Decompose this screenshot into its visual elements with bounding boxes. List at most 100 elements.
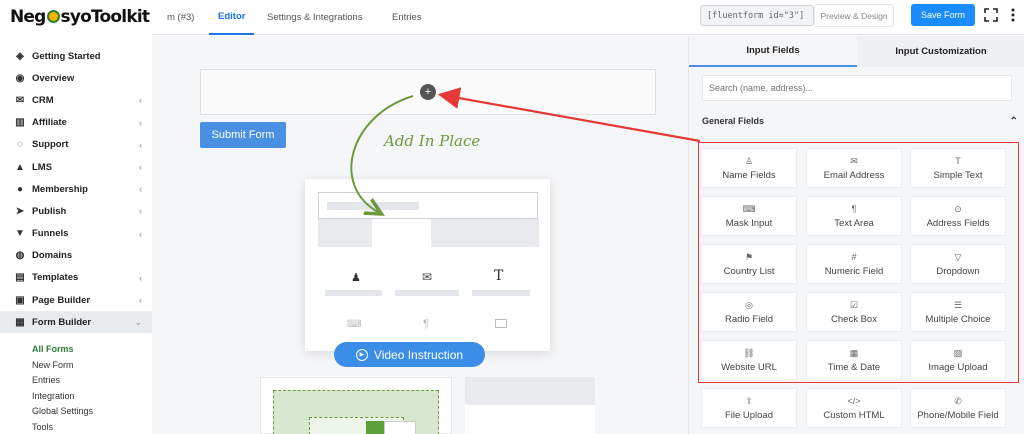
chevron-left-icon[interactable]: ‹ [139, 118, 142, 128]
sidebar-item-templates[interactable]: ▤ Templates ‹ [0, 267, 152, 289]
submit-form-button[interactable]: Submit Form [200, 122, 286, 148]
more-vertical-icon[interactable] [1004, 6, 1022, 24]
sidebar-item-funnels[interactable]: ▼ Funnels ‹ [0, 223, 152, 245]
add-field-icon[interactable]: + [420, 84, 436, 100]
field-label: File Upload [724, 409, 774, 421]
sidebar-item-affiliate[interactable]: ▥ Affiliate ‹ [0, 112, 152, 134]
sidebar-item-label: Form Builder [32, 316, 92, 328]
field-address-fields[interactable]: ⊙ Address Fields [910, 196, 1006, 236]
sidebar-item-getting-started[interactable]: ◈ Getting Started [0, 45, 152, 67]
submenu-item-entries[interactable]: Entries [32, 372, 152, 388]
chart-icon: ▥ [15, 117, 25, 129]
field-label: Name Fields [722, 169, 776, 181]
keyboard-icon: ⌨ [347, 319, 362, 330]
sidebar-item-label: Domains [32, 250, 73, 262]
field-radio-field[interactable]: ◎ Radio Field [701, 292, 797, 332]
email-address-icon: ✉ [850, 155, 858, 166]
chevron-left-icon[interactable]: ‹ [139, 140, 142, 150]
sidebar-item-label: Getting Started [32, 50, 101, 62]
field-label: Simple Text [933, 169, 983, 181]
field-numeric-field[interactable]: # Numeric Field [806, 244, 902, 284]
field-phone-mobile-field[interactable]: ✆ Phone/Mobile Field [910, 388, 1006, 428]
users-icon: ● [16, 183, 24, 195]
chevron-left-icon[interactable]: ‹ [139, 95, 142, 105]
field-search-input[interactable] [702, 75, 1012, 101]
logo[interactable]: Neg syoToolkit [10, 7, 150, 27]
chevron-left-icon[interactable]: ‹ [139, 206, 142, 216]
save-form-button[interactable]: Save Form [911, 4, 975, 26]
sidebar-item-overview[interactable]: ◉ Overview [0, 67, 152, 89]
sidebar-item-publish[interactable]: ➤ Publish ‹ [0, 200, 152, 222]
field-custom-html[interactable]: </> Custom HTML [806, 388, 902, 428]
tab-form-name[interactable]: m (#3) [167, 0, 194, 35]
sidebar-item-membership[interactable]: ● Membership ‹ [0, 178, 152, 200]
page-icon: ▣ [15, 294, 25, 306]
submenu-item-global-settings[interactable]: Global Settings [32, 403, 152, 419]
tab-entries[interactable]: Entries [392, 0, 422, 35]
field-text-area[interactable]: ¶ Text Area [806, 196, 902, 236]
filter-icon: ▼ [15, 228, 25, 240]
field-file-upload[interactable]: ⇪ File Upload [701, 388, 797, 428]
sidebar-item-label: LMS [32, 161, 53, 173]
tab-editor[interactable]: Editor [209, 0, 255, 35]
tab-settings-integrations[interactable]: Settings & Integrations [267, 0, 363, 35]
sidebar-item-crm[interactable]: ✉ CRM ‹ [0, 89, 152, 111]
sidebar-item-form-builder[interactable]: ▦ Form Builder ⌄ [0, 311, 152, 334]
field-country-list[interactable]: ⚑ Country List [701, 244, 797, 284]
image-upload-icon: ▨ [953, 347, 963, 358]
field-label: Address Fields [926, 217, 990, 229]
field-check-box[interactable]: ☑ Check Box [806, 292, 902, 332]
mask-input-icon: ⌨ [742, 203, 756, 214]
sidebar-item-page-builder[interactable]: ▣ Page Builder ‹ [0, 289, 152, 311]
field-mask-input[interactable]: ⌨ Mask Input [701, 196, 797, 236]
field-name-fields[interactable]: ♙ Name Fields [701, 148, 797, 188]
submenu-item-new-form[interactable]: New Form [32, 357, 152, 373]
sidebar-item-label: Affiliate [32, 117, 67, 129]
field-label: Radio Field [724, 313, 774, 325]
field-dropdown[interactable]: ▽ Dropdown [910, 244, 1006, 284]
dropdown-icon: ▽ [954, 251, 962, 262]
field-label: Country List [723, 265, 775, 277]
radio-field-icon: ◎ [745, 299, 753, 310]
sidebar-item-label: Publish [32, 205, 67, 217]
sidebar-item-domains[interactable]: ◍ Domains [0, 245, 152, 267]
sidebar-item-support[interactable]: ◌ Support ‹ [0, 134, 152, 156]
general-fields-header[interactable]: General Fields ⌃ [702, 116, 1018, 127]
sidebar-nav: ◈ Getting Started ◉ Overview ✉ CRM ‹ ▥ Affiliate… [0, 45, 152, 434]
chevron-left-icon[interactable]: ‹ [139, 162, 142, 172]
text-icon: T [494, 268, 504, 284]
submenu-item-integration[interactable]: Integration [32, 388, 152, 404]
fullscreen-icon[interactable] [982, 6, 1000, 24]
tab-input-customization[interactable]: Input Customization [857, 36, 1024, 67]
submenu-item-all-forms[interactable]: All Forms [32, 341, 152, 357]
demo-block [318, 219, 372, 247]
chevron-left-icon[interactable]: ‹ [139, 273, 142, 283]
mail-icon: ✉ [15, 94, 25, 106]
time-date-icon: ▦ [849, 347, 859, 358]
country-list-icon: ⚑ [744, 251, 754, 262]
field-time-date[interactable]: ▦ Time & Date [806, 340, 902, 380]
field-label: Text Area [834, 217, 874, 229]
field-multiple-choice[interactable]: ☰ Multiple Choice [910, 292, 1006, 332]
chevron-down-icon[interactable]: ⌄ [134, 317, 142, 328]
phone-mobile-field-icon: ✆ [954, 395, 962, 406]
shortcode-display[interactable]: [fluentform id="3"] [700, 5, 814, 26]
sidebar-item-label: Funnels [32, 228, 69, 240]
tab-input-fields[interactable]: Input Fields [689, 36, 857, 67]
video-instruction-button[interactable]: ▶ Video Instruction [334, 342, 485, 367]
preview-design-button[interactable]: Preview & Design [814, 4, 894, 27]
paragraph-icon: ¶ [423, 318, 429, 330]
form-canvas: + Submit Form Add In Place ♟ ✉ T ⌨ ¶ ▶ V… [152, 36, 688, 434]
chevron-left-icon[interactable]: ‹ [139, 229, 142, 239]
sidebar-item-lms[interactable]: ▲ LMS ‹ [0, 156, 152, 178]
multiple-choice-icon: ☰ [953, 299, 963, 310]
field-simple-text[interactable]: T Simple Text [910, 148, 1006, 188]
submenu-item-tools[interactable]: Tools [32, 419, 152, 434]
chevron-up-icon[interactable]: ⌃ [1010, 116, 1018, 127]
chevron-left-icon[interactable]: ‹ [139, 184, 142, 194]
chevron-left-icon[interactable]: ‹ [139, 295, 142, 305]
globe-icon: ◍ [15, 250, 25, 262]
field-website-url[interactable]: ⛓ Website URL [701, 340, 797, 380]
field-image-upload[interactable]: ▨ Image Upload [910, 340, 1006, 380]
field-email-address[interactable]: ✉ Email Address [806, 148, 902, 188]
